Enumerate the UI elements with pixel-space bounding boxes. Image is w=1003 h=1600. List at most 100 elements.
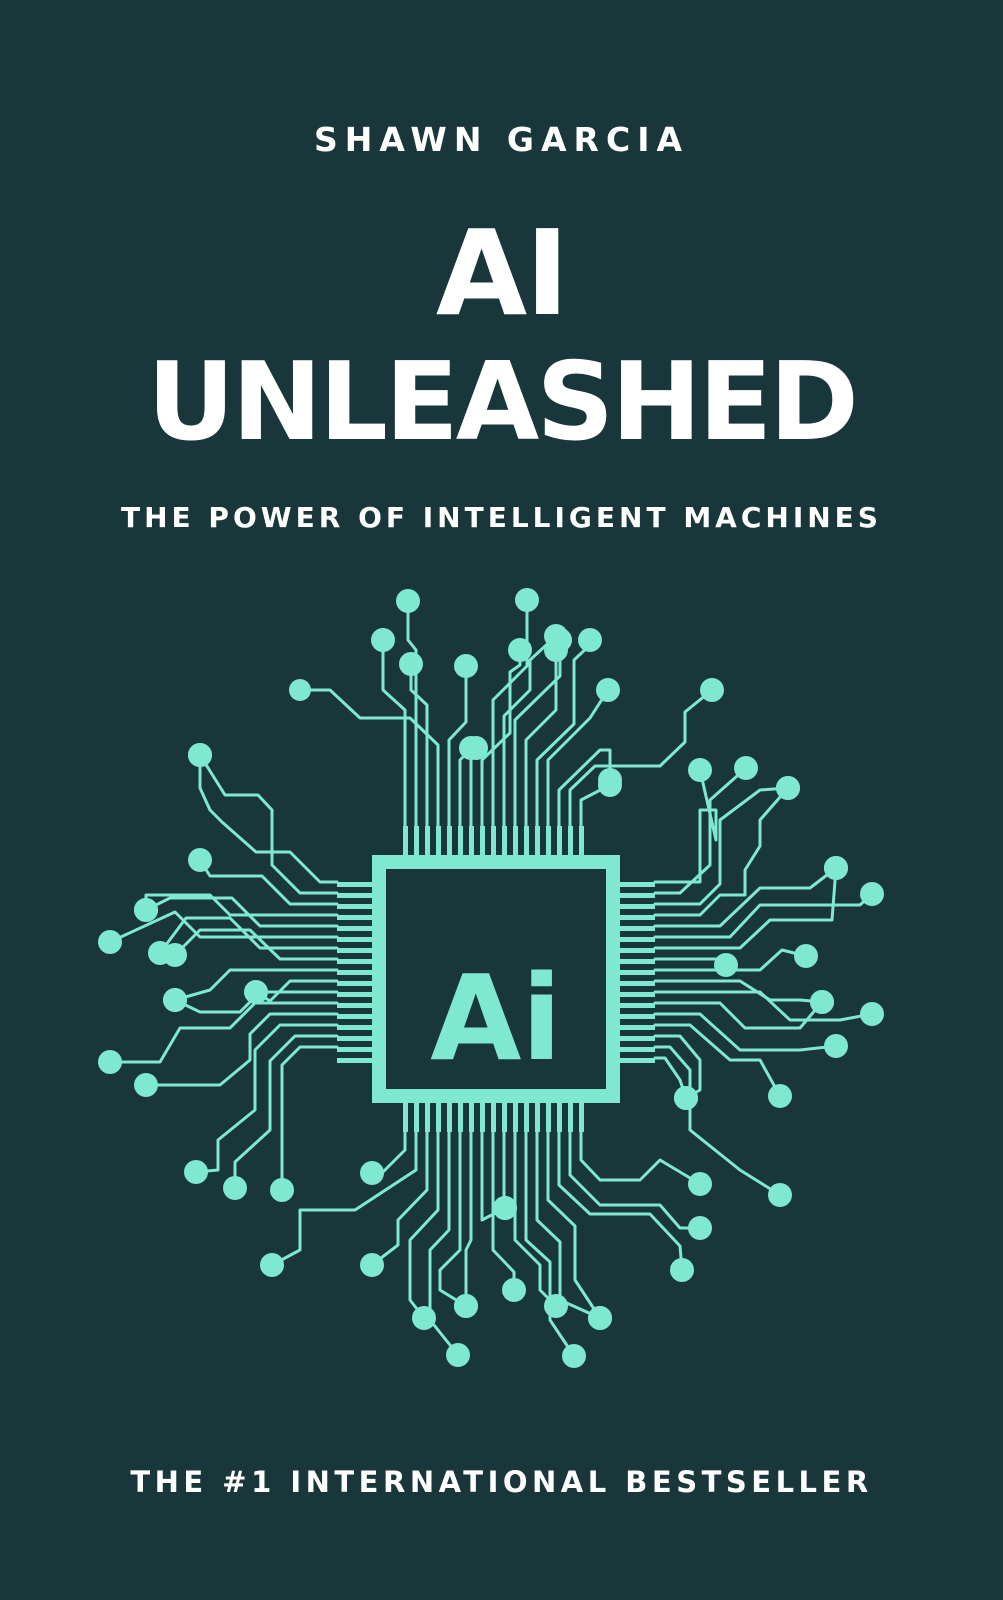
circuit-node <box>134 1073 158 1097</box>
chip-pin <box>491 1103 496 1132</box>
chip-pin <box>620 970 655 975</box>
chip-pin <box>337 882 372 887</box>
circuit-node <box>396 589 420 613</box>
circuit-node <box>360 1253 384 1277</box>
chip-pin <box>579 826 584 855</box>
circuit-node <box>688 1172 712 1196</box>
circuit-node <box>371 628 395 652</box>
chip-pin <box>579 1103 584 1132</box>
circuit-trace <box>370 1130 429 1267</box>
circuit-node <box>596 678 620 702</box>
chip-pin <box>568 826 573 855</box>
chip-pin <box>620 1058 655 1063</box>
circuit-node <box>459 736 483 760</box>
chip-label: Ai <box>430 949 562 1087</box>
circuit-node <box>493 1196 517 1220</box>
chip-pin <box>620 904 655 909</box>
circuit-node <box>502 1278 526 1302</box>
circuit-node <box>163 943 187 967</box>
circuit-node <box>184 1160 208 1184</box>
circuit-node <box>544 638 568 662</box>
chip-pin <box>403 826 408 855</box>
chip-pin <box>620 1025 655 1030</box>
bestseller-badge: THE #1 INTERNATIONAL BESTSELLER <box>130 1465 873 1499</box>
chip-pin <box>337 948 372 953</box>
chip-pin <box>524 826 529 855</box>
circuit-node <box>810 990 834 1014</box>
circuit-trace <box>579 1130 702 1186</box>
circuit-node <box>824 856 848 880</box>
chip-pin <box>436 1103 441 1132</box>
chip-pin <box>337 1014 372 1019</box>
circuit-node <box>578 628 602 652</box>
chip-pin <box>620 981 655 986</box>
circuit-node <box>188 743 212 767</box>
chip-pin <box>458 1103 463 1132</box>
circuit-node <box>454 654 478 678</box>
chip-pin <box>568 1103 573 1132</box>
circuit-node <box>776 776 800 800</box>
circuit-chip-icon: Ai <box>98 588 884 1368</box>
circuit-node <box>412 1306 436 1330</box>
chip-pin <box>491 826 496 855</box>
chip-pin <box>425 826 430 855</box>
chip-pin <box>620 948 655 953</box>
chip-pin <box>337 1036 372 1041</box>
chip-pin <box>502 826 507 855</box>
circuit-node <box>515 588 539 612</box>
chip-pin <box>502 1103 507 1132</box>
circuit-node <box>794 944 818 968</box>
chip-pin <box>337 904 372 909</box>
circuit-node <box>399 652 423 676</box>
circuit-node <box>598 773 622 797</box>
chip-pin <box>458 826 463 855</box>
circuit-node <box>244 980 268 1004</box>
chip-pin <box>620 882 655 887</box>
chip-pin <box>425 1103 430 1132</box>
chip-pin <box>469 1103 474 1132</box>
circuit-node <box>860 1002 884 1026</box>
chip-pin <box>337 937 372 942</box>
circuit-node <box>454 1294 478 1318</box>
chip-pin <box>337 1058 372 1063</box>
circuit-trace <box>270 1130 418 1267</box>
chip-pin <box>447 1103 452 1132</box>
circuit-node <box>860 882 884 906</box>
chip-pin <box>480 1103 485 1132</box>
chip-pin <box>447 826 452 855</box>
circuit-node <box>688 758 712 782</box>
chip-pin <box>557 1103 562 1132</box>
chip-pin <box>337 926 372 931</box>
chip-pin <box>337 959 372 964</box>
circuit-trace <box>524 1130 576 1358</box>
circuit-node <box>134 898 158 922</box>
chip-pin <box>480 826 485 855</box>
chip-pin <box>620 915 655 920</box>
circuit-trace <box>546 1130 602 1320</box>
chip-pin <box>535 826 540 855</box>
circuit-node <box>588 1306 612 1330</box>
chip-pin <box>337 981 372 986</box>
chip-pin <box>620 1014 655 1019</box>
circuit-node <box>260 1253 284 1277</box>
circuit-trace <box>557 1130 684 1272</box>
chip-pin <box>337 915 372 920</box>
circuit-node <box>688 1216 712 1240</box>
circuit-node <box>734 756 758 780</box>
circuit-trace <box>653 990 874 1022</box>
circuit-node <box>270 1178 294 1202</box>
circuit-node <box>674 1086 698 1110</box>
chip-pin <box>337 970 372 975</box>
circuit-trace <box>198 753 339 895</box>
circuit-trace <box>438 1130 468 1308</box>
chip-pin <box>546 1103 551 1132</box>
circuit-trace <box>408 1130 440 1320</box>
circuit-node <box>223 1176 247 1200</box>
circuit-trace <box>280 1045 339 1192</box>
chip-pin <box>620 893 655 898</box>
chip-pin <box>337 1047 372 1052</box>
chip-pin <box>337 893 372 898</box>
chip-pin <box>620 1003 655 1008</box>
circuit-trace <box>464 1130 473 1308</box>
circuit-node <box>508 638 532 662</box>
